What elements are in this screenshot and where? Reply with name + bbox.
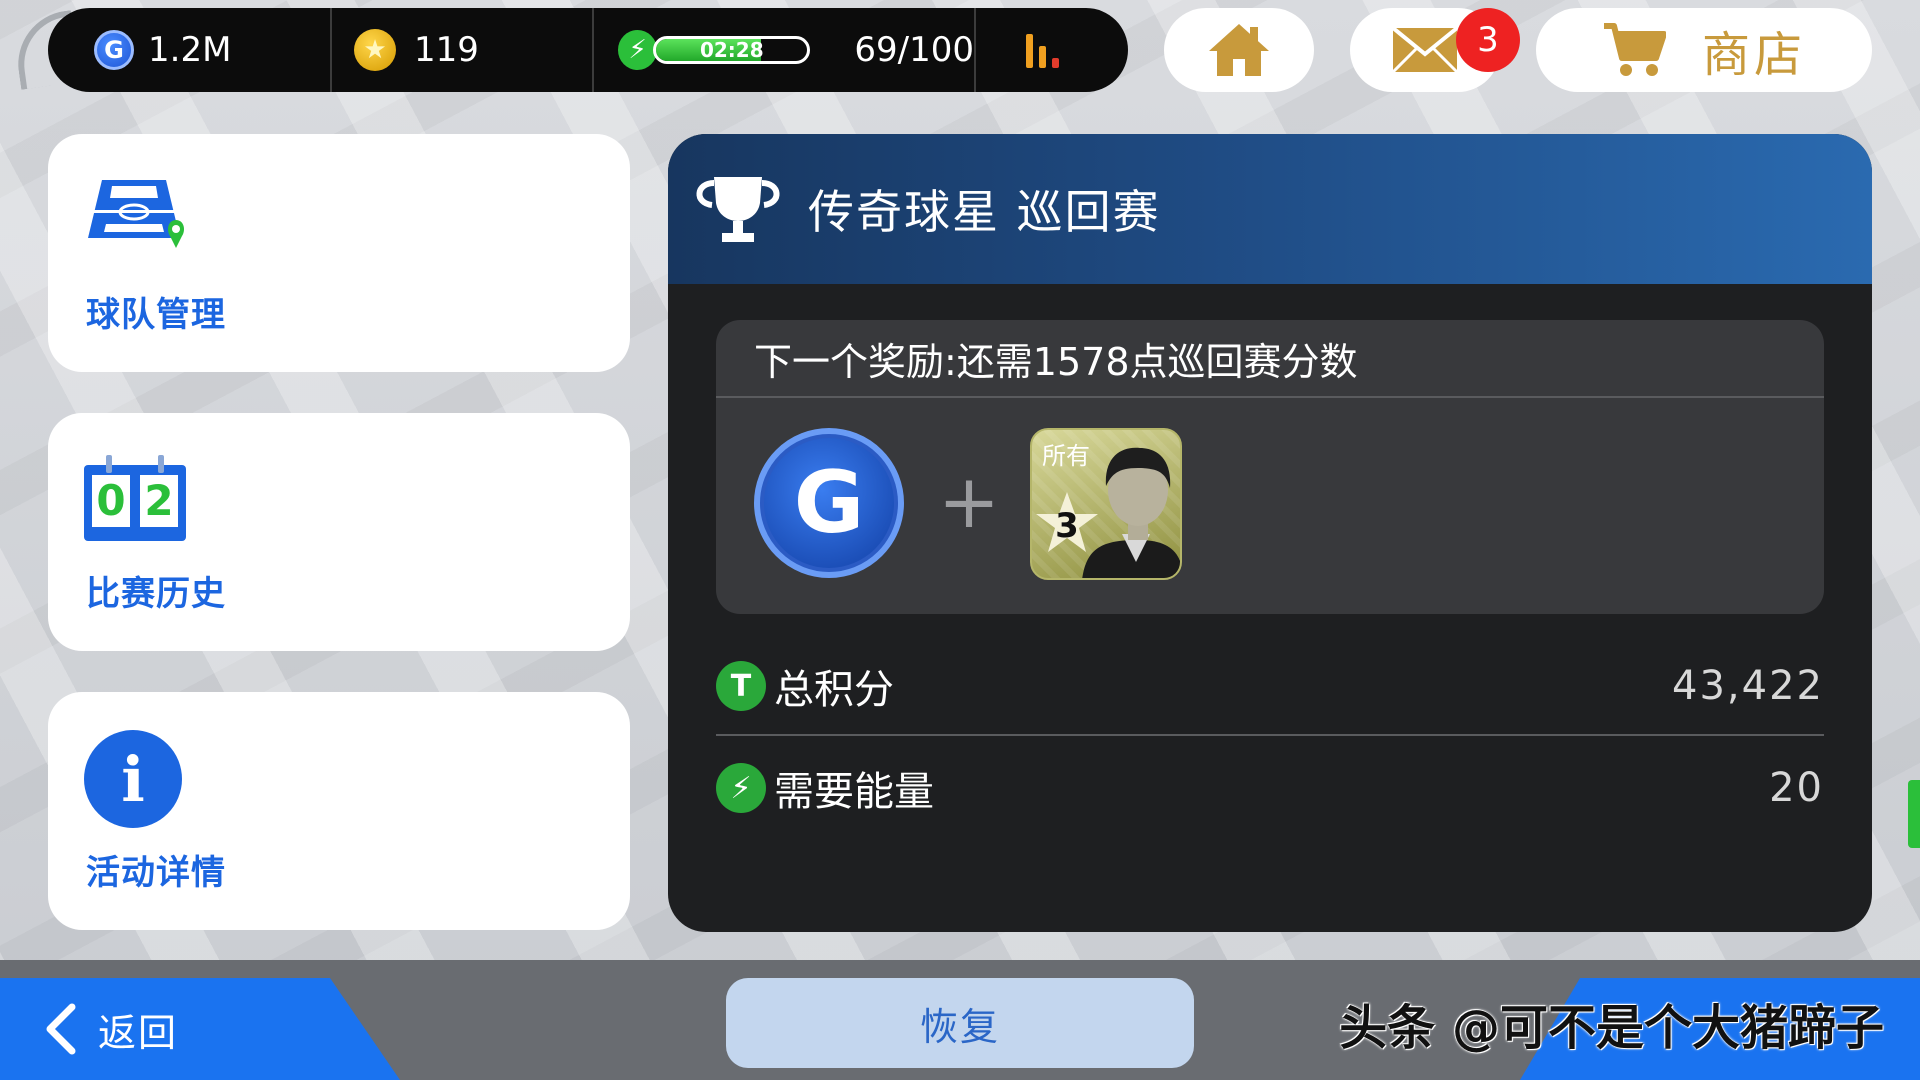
cart-icon <box>1603 23 1666 76</box>
event-panel: 传奇球星 巡回赛 下一个奖励:还需1578点巡回赛分数 G + 所有 3 T 总 <box>668 134 1872 932</box>
watermark: 头条 @可不是个大猪蹄子 <box>1339 1000 1884 1056</box>
energy-value: 69/100 <box>854 30 974 70</box>
total-points-label: 总积分 <box>774 667 894 713</box>
scoreboard-icon: 0 2 <box>84 455 186 541</box>
event-title: 传奇球星 巡回赛 <box>808 185 1161 239</box>
card-scope-label: 所有 <box>1042 442 1090 470</box>
next-reward-text: 下一个奖励:还需1578点巡回赛分数 <box>716 320 1824 398</box>
restore-button[interactable]: 恢复 <box>726 978 1194 1068</box>
status-bar: G 1.2M ★ 119 ⚡ 02:28 69/100 <box>48 8 1128 92</box>
shop-button[interactable]: 商店 <box>1536 8 1872 92</box>
star-rating-badge: 3 <box>1034 490 1100 556</box>
shop-label: 商店 <box>1701 27 1806 83</box>
star-coin-icon: ★ <box>354 29 396 71</box>
info-icon: i <box>84 730 182 828</box>
chevron-left-icon <box>46 1003 76 1055</box>
home-icon <box>1209 24 1269 76</box>
energy-meter[interactable]: ⚡ 02:28 69/100 <box>594 8 974 92</box>
energy-required-row: ⚡ 需要能量 20 <box>716 740 1824 836</box>
points-t-icon: T <box>716 661 766 711</box>
player-card-reward: 所有 3 <box>1030 428 1182 580</box>
next-reward-box[interactable]: 下一个奖励:还需1578点巡回赛分数 G + 所有 3 <box>716 320 1824 614</box>
mail-badge: 3 <box>1456 8 1520 72</box>
signal-icon <box>1026 32 1059 68</box>
lightning-icon: ⚡ <box>618 30 658 70</box>
pitch-location-icon <box>88 180 184 248</box>
energy-timer: 02:28 <box>699 38 764 62</box>
event-details-card[interactable]: i 活动详情 <box>48 692 630 930</box>
energy-required-value: 20 <box>1769 765 1824 811</box>
coin-counter[interactable]: ★ 119 <box>332 8 592 92</box>
gp-coin-icon: G <box>94 30 134 70</box>
match-history-card[interactable]: 0 2 比赛历史 <box>48 413 630 651</box>
event-header: 传奇球星 巡回赛 <box>668 134 1872 284</box>
scoreboard-left-digit: 0 <box>96 476 125 525</box>
total-points-row: T 总积分 43,422 <box>716 638 1824 734</box>
back-button[interactable]: 返回 <box>0 978 400 1080</box>
back-label: 返回 <box>98 1010 179 1055</box>
gp-reward-icon: G <box>754 428 904 578</box>
team-management-label: 球队管理 <box>86 295 226 335</box>
mail-button[interactable]: 3 <box>1350 8 1520 92</box>
energy-required-label: 需要能量 <box>774 769 934 815</box>
lightning-icon: ⚡ <box>716 763 766 813</box>
total-points-value: 43,422 <box>1672 663 1824 709</box>
home-button[interactable] <box>1164 8 1314 92</box>
energy-progress-bar: 02:28 <box>653 36 811 64</box>
signal-button[interactable] <box>976 8 1059 92</box>
stat-divider <box>716 734 1824 736</box>
gp-value: 1.2M <box>148 30 232 70</box>
gp-counter[interactable]: G 1.2M <box>48 8 330 92</box>
event-details-label: 活动详情 <box>86 853 226 893</box>
trophy-icon <box>696 177 780 242</box>
coin-value: 119 <box>414 30 479 70</box>
plus-sign: + <box>938 459 1001 545</box>
team-management-card[interactable]: 球队管理 <box>48 134 630 372</box>
mail-icon <box>1391 26 1459 74</box>
star-count: 3 <box>1055 506 1079 546</box>
scoreboard-right-digit: 2 <box>144 476 173 525</box>
edge-indicator <box>1908 780 1920 848</box>
match-history-label: 比赛历史 <box>86 574 226 614</box>
